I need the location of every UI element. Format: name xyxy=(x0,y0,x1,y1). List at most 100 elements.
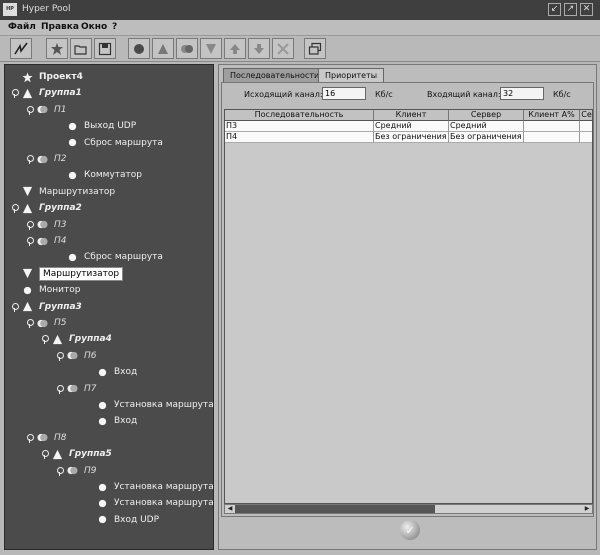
pin-icon[interactable] xyxy=(57,351,64,361)
incoming-channel-input[interactable] xyxy=(500,87,544,100)
maximize-button[interactable]: ↗ xyxy=(564,3,577,16)
tree-item[interactable]: Установка маршрута xyxy=(87,398,214,412)
activity-button[interactable] xyxy=(10,38,32,59)
pin-icon[interactable] xyxy=(57,384,64,394)
save-button[interactable] xyxy=(94,38,116,59)
outgoing-channel-input[interactable] xyxy=(322,87,366,100)
tree-item[interactable]: Группа3 xyxy=(12,300,82,314)
tree-item[interactable]: Вход xyxy=(87,414,137,428)
pin-icon[interactable] xyxy=(27,155,34,164)
outgoing-channel-unit: Кб/с xyxy=(375,90,393,99)
tab-sequences[interactable]: Последовательности xyxy=(223,68,327,82)
tree-item[interactable]: Группа2 xyxy=(12,201,82,215)
move-up-button[interactable] xyxy=(224,38,246,59)
table-cell[interactable] xyxy=(580,132,592,143)
tree-item-label: Сброс маршрута xyxy=(84,137,163,148)
tree-item[interactable]: Коммутатор xyxy=(57,168,142,182)
tree-item[interactable]: Установка маршрута xyxy=(87,496,214,510)
scrollbar-thumb[interactable] xyxy=(235,505,435,513)
pair-circles-icon xyxy=(37,319,48,327)
menu-file[interactable]: Файл xyxy=(8,22,36,32)
tree-item-label: Проект4 xyxy=(39,72,83,82)
incoming-channel-label: Входящий канал: xyxy=(427,90,501,99)
tree-item[interactable]: Группа5 xyxy=(42,447,112,461)
windows-icon xyxy=(308,42,322,55)
activity-icon xyxy=(14,42,28,54)
column-header-server-percent[interactable]: Се xyxy=(580,110,592,121)
tree-item-label: Группа2 xyxy=(39,203,82,214)
tree-item[interactable]: Группа1 xyxy=(12,86,82,100)
checkmark-icon: ✓ xyxy=(405,523,415,537)
pin-icon[interactable] xyxy=(57,466,64,476)
pin-icon[interactable] xyxy=(12,204,19,214)
table-cell[interactable]: Без ограничения xyxy=(374,132,449,143)
menu-help[interactable]: ? xyxy=(112,22,117,32)
node-circle-icon xyxy=(68,122,77,130)
pin-icon[interactable] xyxy=(12,302,19,312)
tree-item[interactable]: Маршрутизатор xyxy=(12,185,115,199)
tree-item[interactable]: Группа4 xyxy=(42,332,112,346)
move-down-button[interactable] xyxy=(248,38,270,59)
column-header-client-percent[interactable]: Клиент А% xyxy=(524,110,580,121)
pin-icon[interactable] xyxy=(27,319,34,328)
tree-item[interactable]: П8 xyxy=(27,431,67,445)
add-router-button[interactable] xyxy=(200,38,222,59)
tab-priorities[interactable]: Приоритеты xyxy=(318,68,385,82)
table-cell[interactable]: П4 xyxy=(225,132,374,143)
table-cell[interactable]: Средний xyxy=(374,121,449,132)
pin-icon[interactable] xyxy=(27,237,34,246)
properties-panel: Последовательности Приоритеты Исходящий … xyxy=(218,64,597,550)
pin-icon[interactable] xyxy=(27,433,34,443)
menu-window[interactable]: Окно xyxy=(81,22,107,32)
table-row[interactable]: П4 Без ограничения Без ограничения xyxy=(225,132,592,143)
scroll-right-icon[interactable]: ▶ xyxy=(582,505,592,513)
column-header-sequence[interactable]: Последовательность xyxy=(225,110,374,121)
delete-button[interactable] xyxy=(272,38,294,59)
table-cell[interactable]: П3 xyxy=(225,121,374,132)
table-cell[interactable]: Без ограничения xyxy=(449,132,524,143)
tree-item[interactable]: Монитор xyxy=(12,283,80,297)
open-button[interactable] xyxy=(70,38,92,59)
add-pair-button[interactable] xyxy=(176,38,198,59)
table-cell[interactable]: Средний xyxy=(449,121,524,132)
tree-item[interactable]: Проект4 xyxy=(12,70,83,84)
tree-item[interactable]: П4 xyxy=(27,234,67,248)
project-tree[interactable]: Проект4 Группа1 П1 Выход UDP Сброс маршрута П… xyxy=(4,64,214,550)
tree-item[interactable]: Вход xyxy=(87,365,137,379)
tree-item[interactable]: Сброс маршрута xyxy=(57,250,163,264)
table-cell[interactable] xyxy=(524,121,580,132)
minimize-button[interactable]: ↙ xyxy=(548,3,561,16)
tree-item[interactable]: П6 xyxy=(57,349,97,363)
tree-item[interactable]: П1 xyxy=(27,103,67,117)
settings-button[interactable] xyxy=(46,38,68,59)
tree-item[interactable]: П2 xyxy=(27,152,67,166)
table-row[interactable]: П3 Средний Средний xyxy=(225,121,592,132)
tree-item[interactable]: Сброс маршрута xyxy=(57,136,163,150)
column-header-client[interactable]: Клиент xyxy=(374,110,449,121)
windows-button[interactable] xyxy=(304,38,326,59)
close-button[interactable]: ✕ xyxy=(580,3,593,16)
add-group-button[interactable] xyxy=(152,38,174,59)
pin-icon[interactable] xyxy=(12,89,19,99)
table-cell[interactable] xyxy=(524,132,580,143)
tree-item[interactable]: Вход UDP xyxy=(87,513,159,527)
horizontal-scrollbar[interactable]: ◀ ▶ xyxy=(224,504,593,514)
pin-icon[interactable] xyxy=(27,220,34,230)
menu-edit[interactable]: Правка xyxy=(41,22,79,32)
tree-item[interactable]: Маршрутизатор xyxy=(12,266,124,281)
pin-icon[interactable] xyxy=(27,105,34,115)
tree-item[interactable]: П9 xyxy=(57,464,97,478)
tree-item[interactable]: П3 xyxy=(27,218,67,232)
group-triangle-icon xyxy=(22,88,33,98)
apply-button[interactable]: ✓ xyxy=(400,520,420,540)
scroll-left-icon[interactable]: ◀ xyxy=(225,505,235,513)
column-header-server[interactable]: Сервер xyxy=(449,110,524,121)
add-node-button[interactable] xyxy=(128,38,150,59)
tree-item[interactable]: Выход UDP xyxy=(57,119,136,133)
pin-icon[interactable] xyxy=(42,450,49,460)
tree-item[interactable]: П5 xyxy=(27,316,67,330)
pin-icon[interactable] xyxy=(42,335,49,345)
tree-item[interactable]: П7 xyxy=(57,382,97,396)
tree-item[interactable]: Установка маршрута xyxy=(87,480,214,494)
table-cell[interactable] xyxy=(580,121,592,132)
